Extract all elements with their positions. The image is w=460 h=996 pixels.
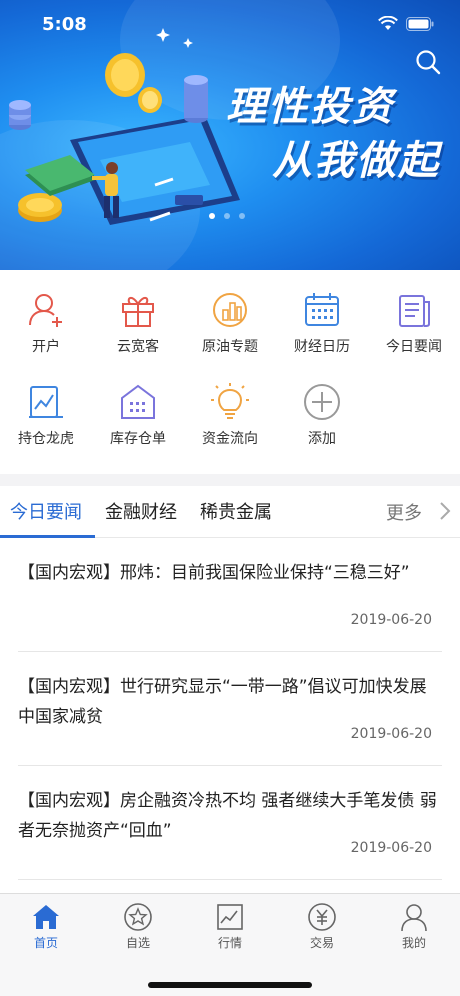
grid-label: 添加	[308, 431, 336, 447]
carousel-dot-1	[209, 213, 215, 219]
news-title: 【国内宏观】房企融资冷热不均 强者继续大手笔发债 弱者无奈抛资产“回血”	[18, 791, 437, 841]
carousel-dot-2	[224, 213, 230, 219]
chevron-right-icon[interactable]	[438, 500, 452, 522]
holdings-chart-icon	[29, 386, 63, 418]
battery-icon	[406, 16, 434, 31]
news-tabs: 今日要闻 金融财经 稀贵金属 更多	[0, 486, 460, 538]
grid-item-fund-flow[interactable]: 资金流向	[184, 376, 276, 462]
tab-precious-metals[interactable]: 稀贵金属	[200, 498, 272, 524]
grid-item-econ-calendar[interactable]: 财经日历	[276, 284, 368, 370]
star-icon	[124, 903, 152, 931]
nav-label: 行情	[217, 936, 242, 950]
yuan-icon	[308, 903, 336, 931]
grid-label: 库存仓单	[110, 431, 166, 447]
news-title: 【国内宏观】世行研究显示“一带一路”倡议可加快发展中国家减贫	[18, 677, 427, 727]
grid-item-today-news[interactable]: 今日要闻	[368, 284, 460, 370]
status-icons	[378, 16, 434, 31]
grid-label: 资金流向	[202, 431, 258, 447]
market-chart-icon	[217, 904, 243, 930]
nav-label: 自选	[125, 936, 150, 950]
tab-finance[interactable]: 金融财经	[105, 498, 177, 524]
grid-label: 财经日历	[294, 339, 350, 355]
tab-today-news[interactable]: 今日要闻	[10, 498, 82, 524]
grid-item-warehouse[interactable]: 库存仓单	[92, 376, 184, 462]
bottom-nav: 首页 自选 行情 交易 我的	[0, 893, 460, 996]
nav-label: 我的	[401, 936, 426, 950]
carousel-dot-3	[239, 213, 245, 219]
nav-label: 交易	[309, 936, 334, 950]
grid-label: 云宽客	[117, 339, 159, 355]
news-title: 【国内宏观】邢炜：目前我国保险业保持“三稳三好”	[18, 563, 410, 583]
grid-label: 开户	[32, 339, 60, 355]
more-button[interactable]: 更多	[386, 499, 422, 525]
carousel-dots	[209, 213, 245, 219]
gift-icon	[122, 297, 154, 327]
nav-market[interactable]: 行情	[184, 902, 276, 951]
news-date: 2019-06-20	[350, 840, 432, 856]
user-add-icon	[29, 294, 62, 327]
active-tab-indicator	[0, 535, 95, 538]
banner-slogan-line1: 理性投资	[226, 84, 394, 130]
home-indicator	[148, 982, 312, 988]
nav-trade[interactable]: 交易	[276, 902, 368, 951]
grid-item-holdings[interactable]: 持仓龙虎	[0, 376, 92, 462]
home-icon	[33, 905, 59, 929]
warehouse-icon	[121, 384, 155, 419]
nav-home[interactable]: 首页	[0, 902, 92, 951]
plus-icon	[304, 384, 340, 420]
nav-label: 首页	[33, 936, 58, 950]
oil-chart-icon	[213, 293, 247, 327]
nav-profile[interactable]: 我的	[368, 902, 460, 951]
calendar-icon	[305, 293, 339, 326]
search-icon[interactable]	[414, 48, 442, 76]
news-icon	[399, 295, 430, 327]
grid-label: 原油专题	[202, 339, 258, 355]
banner-slogan-line2: 从我做起	[272, 138, 440, 184]
lightbulb-icon	[211, 383, 249, 419]
news-item[interactable]: 【国内宏观】邢炜：目前我国保险业保持“三稳三好” 2019-06-20	[18, 558, 442, 652]
section-divider	[0, 474, 460, 486]
grid-item-open-account[interactable]: 开户	[0, 284, 92, 370]
wifi-icon	[378, 16, 398, 30]
nav-watchlist[interactable]: 自选	[92, 902, 184, 951]
news-item[interactable]: 【国内宏观】房企融资冷热不均 强者继续大手笔发债 弱者无奈抛资产“回血” 201…	[18, 786, 442, 880]
grid-item-crude-oil[interactable]: 原油专题	[184, 284, 276, 370]
news-date: 2019-06-20	[350, 612, 432, 628]
grid-label: 持仓龙虎	[18, 431, 74, 447]
grid-item-yunkuanke[interactable]: 云宽客	[92, 284, 184, 370]
grid-label: 今日要闻	[386, 339, 442, 355]
banner-carousel[interactable]: 5:08 理性投资 从我做起	[0, 0, 460, 270]
grid-item-add[interactable]: 添加	[276, 376, 368, 462]
profile-icon	[401, 904, 427, 932]
news-date: 2019-06-20	[350, 726, 432, 742]
news-item[interactable]: 【国内宏观】世行研究显示“一带一路”倡议可加快发展中国家减贫 2019-06-2…	[18, 672, 442, 766]
